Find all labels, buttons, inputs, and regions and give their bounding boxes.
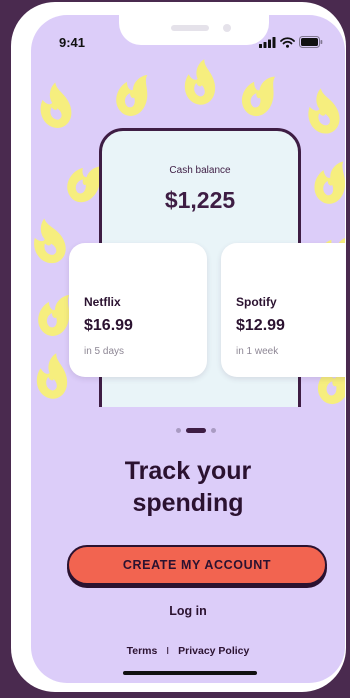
create-account-button[interactable]: CREATE MY ACCOUNT <box>67 545 327 585</box>
cash-balance-label: Cash balance <box>169 165 231 176</box>
privacy-policy-link[interactable]: Privacy Policy <box>178 645 249 657</box>
status-time: 9:41 <box>59 35 86 50</box>
flame-icon <box>112 68 154 120</box>
pager-dot-active[interactable] <box>186 428 206 433</box>
flame-icon <box>237 68 281 121</box>
bill-due: in 5 days <box>84 346 125 357</box>
bill-card-netflix: Netflix $16.99 in 5 days <box>69 243 207 377</box>
footer-links: Terms I Privacy Policy <box>31 645 345 657</box>
wifi-icon <box>280 36 295 48</box>
status-icons <box>259 36 323 48</box>
bill-amount: $12.99 <box>236 317 285 334</box>
pager-dot[interactable] <box>211 428 216 433</box>
bill-amount: $16.99 <box>84 317 133 334</box>
battery-icon <box>299 36 323 48</box>
home-indicator[interactable] <box>123 671 257 675</box>
flame-icon <box>32 352 70 402</box>
bill-name: Spotify <box>236 295 277 309</box>
camera-dot <box>223 24 231 32</box>
bill-due: in 1 week <box>236 346 279 357</box>
speaker-grille <box>171 25 209 31</box>
phone-frame: Cash balance $1,225 Netflix $16.99 in 5 … <box>11 2 346 692</box>
flame-icon <box>32 80 77 133</box>
hero-illustration: Cash balance $1,225 Netflix $16.99 in 5 … <box>31 15 345 407</box>
flame-icon <box>311 157 345 207</box>
login-link[interactable]: Log in <box>31 604 345 618</box>
device-notch <box>119 15 269 45</box>
flame-icon <box>180 58 218 108</box>
app-screen: Cash balance $1,225 Netflix $16.99 in 5 … <box>31 15 345 683</box>
flame-icon <box>298 85 345 139</box>
title-line-2: spending <box>132 489 244 517</box>
footer-separator: I <box>166 645 170 657</box>
title-line-1: Track your <box>124 457 252 485</box>
bill-card-spotify: Spotify $12.99 in 1 week <box>221 243 345 377</box>
page-title: Track your spending <box>31 455 345 519</box>
bill-name: Netflix <box>84 295 121 309</box>
pager-dot[interactable] <box>176 428 181 433</box>
flame-icon <box>31 215 72 269</box>
pager-dots <box>176 428 216 433</box>
signal-icon <box>259 36 276 48</box>
cash-balance-amount: $1,225 <box>164 187 236 213</box>
terms-link[interactable]: Terms <box>127 645 158 657</box>
